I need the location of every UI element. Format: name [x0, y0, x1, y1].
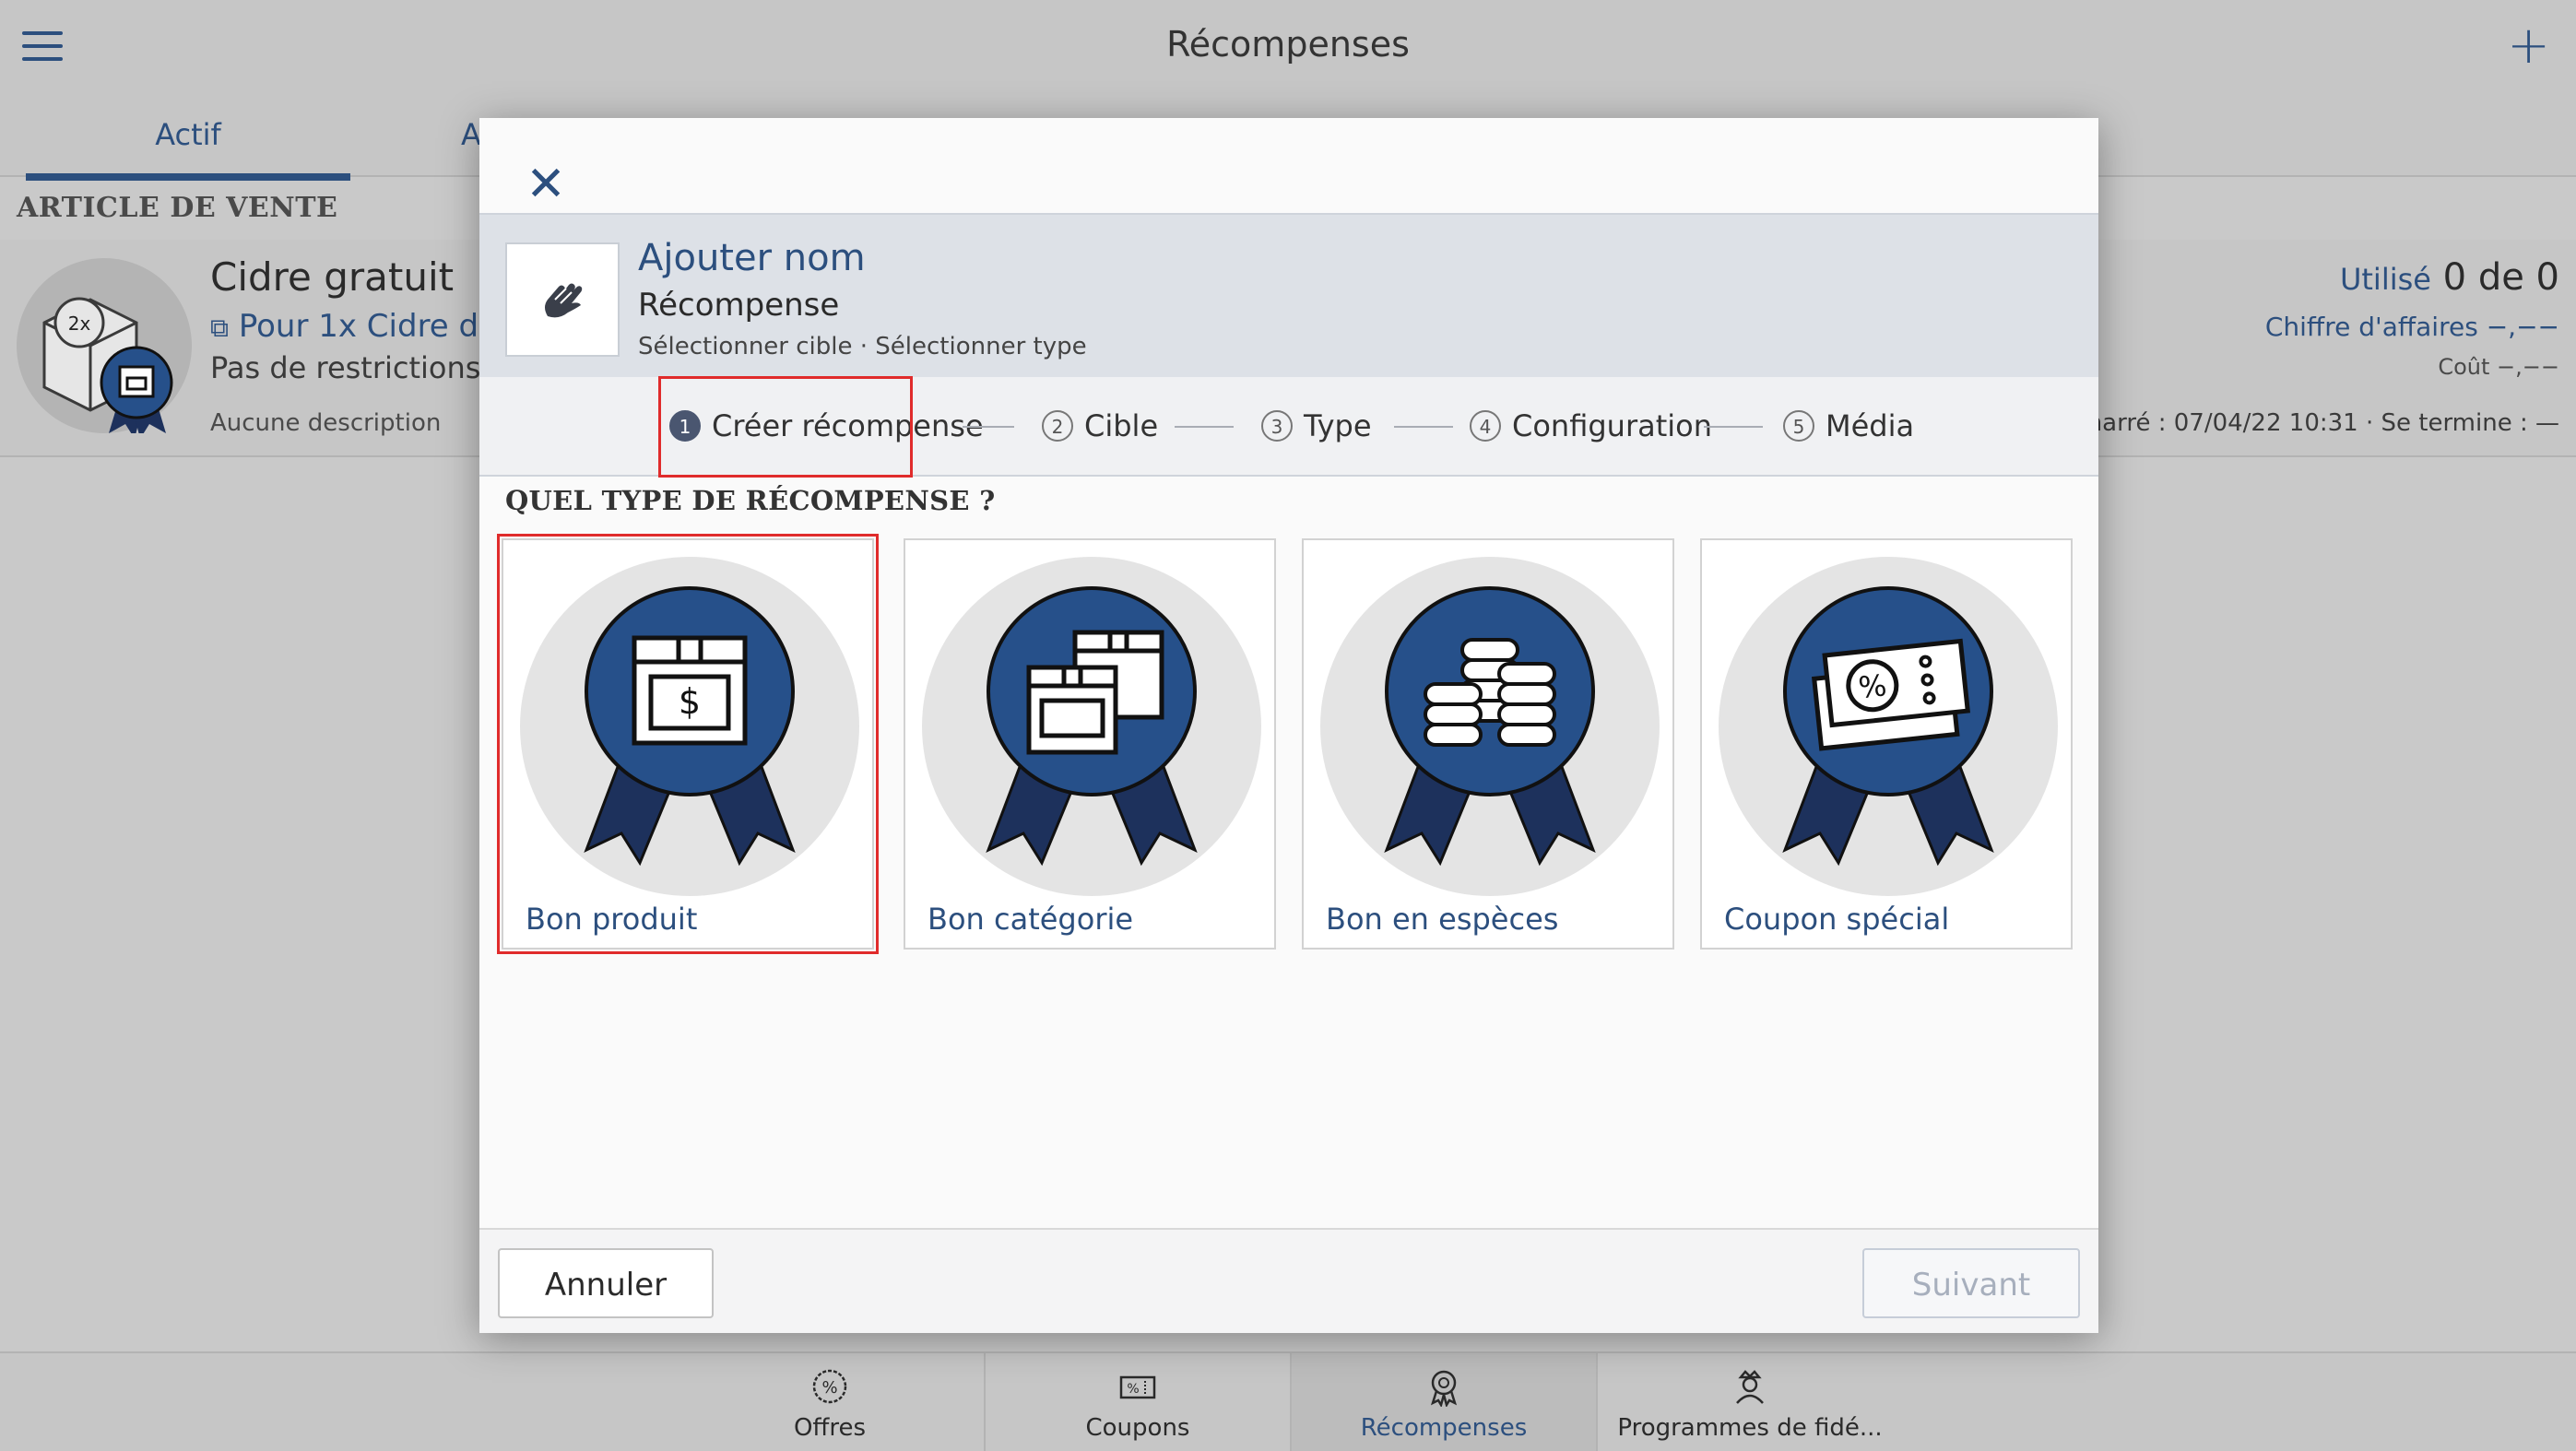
step-connector — [1394, 426, 1453, 428]
step-number: 2 — [1042, 410, 1073, 442]
nav-offers-label: Offres — [793, 1414, 867, 1442]
section-header: ARTICLE DE VENTE — [17, 192, 338, 224]
page-title: Récompenses — [1166, 24, 1410, 65]
reward-type-card-product[interactable]: $ Bon produit — [497, 534, 879, 954]
reward-revenue: Chiffre d'affaires −,−− — [2265, 312, 2559, 342]
step-label: Cible — [1084, 408, 1159, 443]
hand-icon — [545, 283, 583, 318]
card-label: Coupon spécial — [1724, 902, 1950, 937]
used-label: Utilisé — [2339, 262, 2431, 297]
used-value: 0 de 0 — [2442, 256, 2559, 299]
reward-dates: Démarré : 07/04/22 10:31 · Se termine : … — [2045, 409, 2559, 437]
step-label: Configuration — [1512, 408, 1713, 443]
reward-type-card-category[interactable]: Bon catégorie — [904, 538, 1276, 950]
card-label: Bon produit — [526, 902, 698, 937]
step-target[interactable]: 2 Cible — [1042, 377, 1158, 475]
cost-value: −,−− — [2497, 354, 2559, 380]
tab-active[interactable]: Actif — [26, 92, 350, 181]
cost-label: Coût — [2438, 354, 2490, 380]
step-number: 4 — [1470, 410, 1501, 442]
reward-preview-box — [505, 242, 620, 357]
revenue-label: Chiffre d'affaires — [2264, 312, 2478, 342]
reward-cost: Coût −,−− — [2438, 354, 2559, 380]
nav-coupons-label: Coupons — [1085, 1414, 1190, 1442]
svg-text:%: % — [1127, 1382, 1139, 1397]
card-label: Bon catégorie — [928, 902, 1134, 937]
nav-rewards-label: Récompenses — [1360, 1414, 1528, 1442]
reward-subtitle: ⧉ Pour 1x Cidre dou — [210, 308, 517, 345]
nav-loyalty-label: Programmes de fidé... — [1617, 1414, 1883, 1442]
reward-subtitle-text: Pour 1x Cidre dou — [238, 308, 518, 345]
rewards-icon — [1430, 1370, 1458, 1407]
reward-name: Ajouter nom — [638, 237, 866, 279]
dialog-header: Ajouter nom Récompense Sélectionner cibl… — [479, 213, 2098, 379]
reward-restrictions: Pas de restrictions — [210, 350, 481, 385]
nav-loyalty-programs[interactable]: Programmes de fidé... — [1596, 1353, 1902, 1451]
bottom-navigation: % Offres % Coupons Récompenses Programme… — [0, 1351, 2576, 1451]
card-label: Bon en espèces — [1326, 902, 1559, 937]
svg-text:$: $ — [679, 681, 701, 722]
step-number: 5 — [1783, 410, 1814, 442]
nav-rewards[interactable]: Récompenses — [1290, 1353, 1596, 1451]
revenue-value: −,−− — [2486, 312, 2559, 342]
cash-voucher-icon — [1320, 557, 1660, 896]
special-coupon-icon: % — [1719, 557, 2058, 896]
reward-thumbnail: 2x — [17, 258, 192, 439]
reward-used: Utilisé 0 de 0 — [2340, 256, 2559, 299]
add-icon[interactable]: + — [2507, 20, 2550, 72]
reward-selection-summary: Sélectionner cible · Sélectionner type — [638, 333, 1087, 360]
step-label: Média — [1826, 408, 1915, 443]
step-media[interactable]: 5 Média — [1783, 377, 1914, 475]
nav-coupons[interactable]: % Coupons — [984, 1353, 1290, 1451]
step-label: Type — [1304, 408, 1372, 443]
step-connector — [1175, 426, 1234, 428]
reward-type-question: QUEL TYPE DE RÉCOMPENSE ? — [505, 485, 996, 516]
svg-text:%: % — [821, 1378, 837, 1398]
reward-type-label: Récompense — [638, 287, 840, 324]
offers-icon: % — [812, 1369, 847, 1404]
step-configuration[interactable]: 4 Configuration — [1470, 377, 1712, 475]
svg-text:%: % — [1857, 667, 1888, 705]
next-button[interactable]: Suivant — [1862, 1248, 2080, 1318]
reward-description: Aucune description — [210, 409, 442, 437]
step-number: 3 — [1261, 410, 1293, 442]
top-app-bar: Récompenses + — [0, 0, 2576, 94]
step-type[interactable]: 3 Type — [1261, 377, 1372, 475]
category-voucher-icon — [922, 557, 1261, 896]
step-connector — [963, 426, 1014, 428]
product-voucher-icon: $ — [520, 557, 859, 896]
current-step-highlight — [658, 376, 913, 478]
create-reward-dialog: ✕ Ajouter nom Récompense Sélectionner ci… — [479, 118, 2098, 1333]
reward-type-card-cash[interactable]: Bon en espèces — [1302, 538, 1674, 950]
reward-type-card-special-coupon[interactable]: % Coupon spécial — [1700, 538, 2073, 950]
loyalty-programs-icon — [1736, 1370, 1764, 1404]
reward-title: Cidre gratuit — [210, 254, 455, 300]
cancel-button[interactable]: Annuler — [498, 1248, 714, 1318]
product-icon: ⧉ — [210, 313, 229, 343]
dialog-footer: Annuler Suivant — [479, 1228, 2098, 1333]
nav-offers[interactable]: % Offres — [678, 1353, 982, 1451]
quantity-badge: 2x — [68, 313, 91, 335]
step-connector — [1704, 426, 1763, 428]
coupons-icon: % — [1119, 1375, 1156, 1399]
